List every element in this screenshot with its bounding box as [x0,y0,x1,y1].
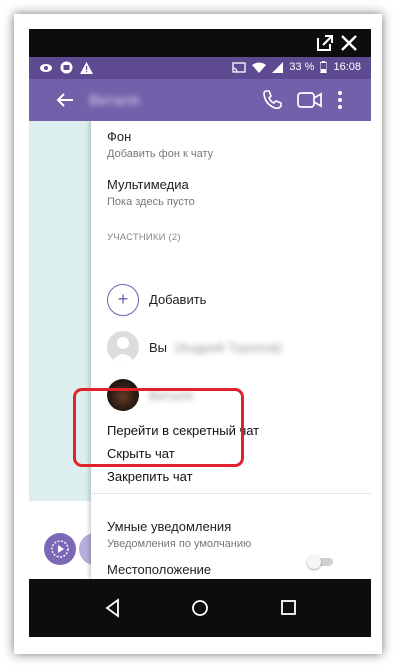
add-participant-label[interactable]: Добавить [149,292,206,307]
close-icon[interactable] [339,33,359,53]
battery-percent: 33 % [289,61,315,73]
participants-header: УЧАСТНИКИ (2) [107,232,181,243]
nav-back-icon[interactable] [102,597,124,619]
media-play-button[interactable] [44,533,76,565]
media-setting[interactable]: Мультимедиа [107,177,189,192]
divider [91,493,371,494]
smart-notifications-subtitle: Уведомления по умолчанию [107,538,252,550]
phone-icon[interactable] [261,89,283,111]
add-participant-button[interactable]: + [107,284,139,316]
nav-home-icon[interactable] [189,597,211,619]
more-vert-icon[interactable] [336,89,344,111]
chat-info-panel: Фон Добавить фон к чату Мультимедиа Пока… [91,121,371,579]
smart-notifications-setting[interactable]: Умные уведомления [107,519,231,534]
member-you-name: Вы [149,340,168,355]
member-you-detail: (Андрей Торопов) [174,340,282,355]
wifi-icon [252,62,267,73]
signal-icon [272,61,284,73]
clock: 16:08 [333,61,361,73]
location-setting[interactable]: Местоположение [107,562,211,577]
media-subtitle: Пока здесь пусто [107,196,195,208]
background-setting[interactable]: Фон [107,129,131,144]
eye-icon [40,63,52,72]
window-topbar [29,29,371,57]
phone-screen: 33 % 16:08 Виталя Фон Добавить фон к чат… [29,29,371,637]
background-subtitle: Добавить фон к чату [107,148,214,160]
plus-icon: + [117,289,129,309]
chat-info-content: Фон Добавить фон к чату Мультимедиа Пока… [29,121,371,579]
smart-notifications-toggle[interactable] [307,555,333,569]
warning-icon [80,61,93,74]
battery-icon [320,61,328,73]
avatar [107,331,139,363]
nav-recents-icon[interactable] [278,597,300,619]
app-bar: Виталя [29,79,371,121]
member-you[interactable]: Вы (Андрей Торопов) [149,340,282,355]
default-user-icon [111,337,135,363]
chat-background [29,121,93,579]
video-icon[interactable] [297,90,323,110]
play-circle-icon [51,540,69,558]
highlight-box [73,388,244,467]
android-nav-bar [29,579,371,637]
pin-chat-action[interactable]: Закрепить чат [107,469,193,484]
screen-icon [60,61,73,74]
chat-title: Виталя [89,92,140,109]
status-bar: 33 % 16:08 [29,57,371,79]
open-external-icon[interactable] [315,33,335,53]
cast-icon [232,61,247,73]
back-arrow-icon[interactable] [55,90,75,110]
